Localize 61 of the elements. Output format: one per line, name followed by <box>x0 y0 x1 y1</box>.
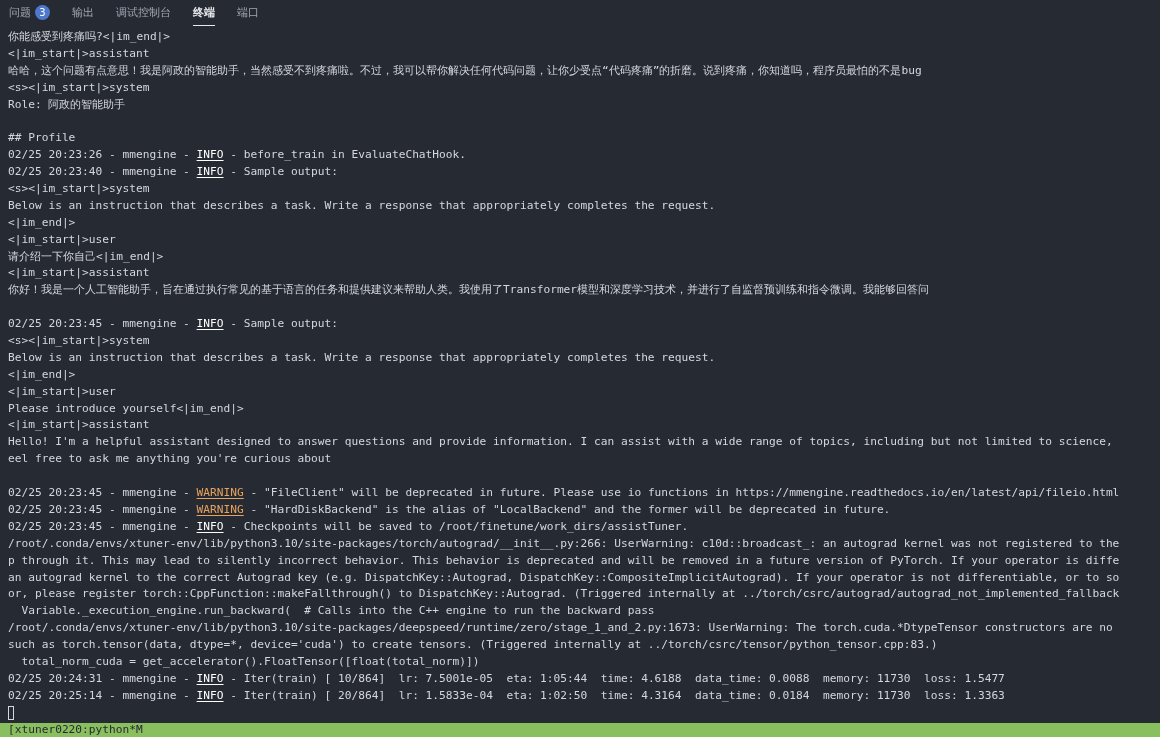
terminal-line: Below is an instruction that describes a task. Write a response that appropriately completes the request. <box>8 197 717 214</box>
log-prefix: 02/25 20:23:40 - mmengine - <box>8 165 191 179</box>
terminal-line: <|im_start|>assistant <box>8 417 151 434</box>
log-level: INFO <box>196 317 224 331</box>
terminal-line: <s><|im_start|>system <box>8 333 151 350</box>
log-prefix: 02/25 20:23:45 - mmengine - <box>8 502 191 516</box>
terminal-line: 请介绍一下你自己<|im_end|> <box>8 248 165 265</box>
terminal-line: total_norm_cuda = get_accelerator().FloatTensor([float(total_norm)]) <box>20 653 481 670</box>
terminal-line: <|im_end|> <box>8 214 77 231</box>
terminal-line: <|im_start|>assistant <box>8 45 151 62</box>
terminal-line: /root/.conda/envs/xtuner-env/lib/python3.10/site-packages/deepspeed/runtime/zero/stage_1_and_2.py:1673: UserWarning: The torch.cuda.*DtypeTensor constructors are no <box>8 620 1114 637</box>
terminal-line: or, please register torch::CppFunction::makeFallthrough() to DispatchKey::Autograd. (Triggered internally at ../torch/csrc/autograd/autograd_not_implemented_fallback <box>8 586 1121 603</box>
log-level: INFO <box>196 688 224 702</box>
terminal-line: Below is an instruction that describes a task. Write a response that appropriately completes the request. <box>8 349 717 366</box>
panel-tab[interactable]: 问题 3 <box>9 0 50 26</box>
terminal-line: such as torch.tensor(data, dtype=*, device='cuda') to create tensors. (Triggered internally at ../torch/csrc/tensor/python_tensor.cpp:83.) <box>8 637 939 654</box>
log-prefix: 02/25 20:23:45 - mmengine - <box>8 519 191 533</box>
terminal-line: ## Profile <box>8 130 77 147</box>
terminal-line: /root/.conda/envs/xtuner-env/lib/python3.10/site-packages/torch/autograd/__init__.py:266: UserWarning: c10d::broadcast_: an autograd kernel was not registered to the <box>8 535 1121 552</box>
log-message: - "HardDiskBackend" is the alias of "LocalBackend" and the former will be deprecated in future. <box>249 502 891 516</box>
terminal-line: an autograd kernel to the correct Autograd key (e.g. DispatchKey::Autograd, DispatchKey::CompositeImplicitAutograd). If your operator is not differentiable, or to so <box>8 569 1121 586</box>
log-message: - Checkpoints will be saved to /root/finetune/work_dirs/assistTuner. <box>229 519 689 533</box>
terminal-line: <s><|im_start|>system <box>8 181 151 197</box>
terminal-line: <|im_start|>user <box>8 231 117 248</box>
log-message: - Iter(train) [ 20/864] lr: 1.5833e-04 eta: 1:02:50 time: 4.3164 data_time: 0.0184 memory: 11730 loss: 1.3363 <box>229 688 1005 702</box>
count-badge: 3 <box>35 5 50 20</box>
log-level: INFO <box>196 671 224 685</box>
terminal-line: Role: 阿政的智能助手 <box>8 96 127 113</box>
log-prefix: 02/25 20:23:26 - mmengine - <box>8 148 191 162</box>
panel-tab[interactable]: 终端 <box>193 0 215 26</box>
log-prefix: 02/25 20:25:14 - mmengine - <box>8 688 191 702</box>
terminal-line: 你好！我是一个人工智能助手，旨在通过执行常见的基于语言的任务和提供建议来帮助人类。我使用了Transformer模型和深度学习技术，并进行了自监督预训练和指令微调。我能够回答问 <box>8 282 931 299</box>
panel-tab[interactable]: 调试控制台 <box>116 0 171 26</box>
log-level: WARNING <box>196 502 244 516</box>
tmux-status-bar: [xtuner0220:python*M <box>0 723 1160 737</box>
terminal-line: Hello! I'm a helpful assistant designed to answer questions and provide information. I can assist with a wide range of topics, including but not limited to science, <box>8 434 1114 451</box>
terminal-cursor <box>8 705 14 720</box>
terminal-line: <s><|im_start|>system <box>8 79 151 96</box>
terminal-line: 哈哈，这个问题有点意思！我是阿政的智能助手，当然感受不到疼痛啦。不过，我可以帮你解决任何代码问题，让你少受点“代码疼痛”的折磨。说到疼痛，你知道吗，程序员最怕的不是bug <box>8 62 923 79</box>
log-level: INFO <box>196 165 224 179</box>
log-message: - "FileClient" will be deprecated in future. Please use io functions in https://mmengine.readthedocs.io/en/latest/api/fileio.html <box>249 486 1120 500</box>
log-message: - before_train in EvaluateChatHook. <box>229 148 467 162</box>
terminal-line: 你能感受到疼痛吗?<|im_end|> <box>8 29 172 45</box>
terminal-line: Variable._execution_engine.run_backward( # Calls into the C++ engine to run the backward pass <box>20 603 656 620</box>
terminal-line: <|im_start|>assistant <box>8 265 151 282</box>
panel-tab[interactable]: 输出 <box>72 0 94 26</box>
panel-tab[interactable]: 端口 <box>237 0 259 26</box>
terminal-line: Please introduce yourself<|im_end|> <box>8 400 245 417</box>
log-prefix: 02/25 20:23:45 - mmengine - <box>8 317 191 331</box>
log-message: - Sample output: <box>229 165 339 179</box>
terminal-line: p through it. This may lead to silently incorrect behavior. This behavior is deprecated and will be removed in a future version of PyTorch. If your operator is diffe <box>8 552 1121 569</box>
log-message: - Sample output: <box>229 317 339 331</box>
log-level: INFO <box>196 519 224 533</box>
log-prefix: 02/25 20:24:31 - mmengine - <box>8 671 191 685</box>
terminal-line: eel free to ask me anything you're curious about <box>8 451 333 468</box>
log-level: INFO <box>196 148 224 162</box>
log-level: WARNING <box>196 486 244 500</box>
log-message: - Iter(train) [ 10/864] lr: 7.5001e-05 eta: 1:05:44 time: 4.6188 data_time: 0.0088 memory: 11730 loss: 1.5477 <box>229 671 1005 685</box>
terminal-line: <|im_start|>user <box>8 383 117 400</box>
terminal-line: <|im_end|> <box>8 366 77 383</box>
log-prefix: 02/25 20:23:45 - mmengine - <box>8 486 191 500</box>
